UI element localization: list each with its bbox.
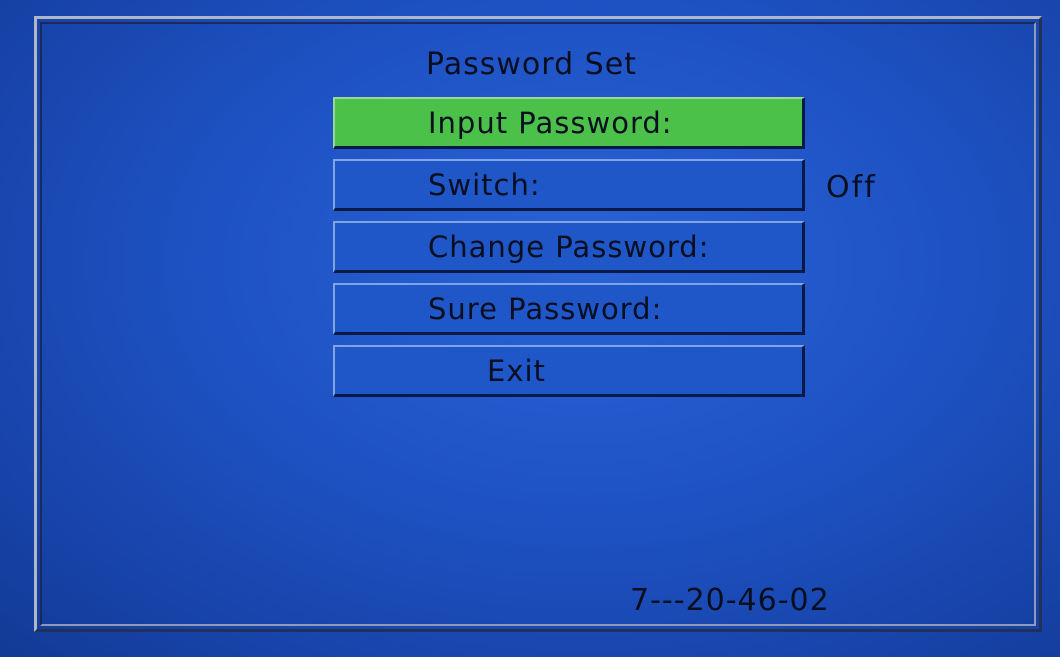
menu-item-sure-password[interactable]: Sure Password: <box>333 283 805 335</box>
menu-item-label: Switch: <box>428 168 541 202</box>
menu-item-switch[interactable]: Switch: <box>333 159 805 211</box>
menu-item-exit[interactable]: Exit <box>333 345 805 397</box>
clock-readout: 7---20-46-02 <box>630 583 830 618</box>
menu-item-label: Exit <box>487 354 546 388</box>
menu-item-change-password[interactable]: Change Password: <box>333 221 805 273</box>
menu-item-label: Sure Password: <box>428 292 663 326</box>
menu-item-input-password[interactable]: Input Password: <box>333 97 805 149</box>
osd-screen: Password Set Input Password: Switch: Off… <box>0 0 1060 657</box>
switch-value: Off <box>826 170 877 205</box>
menu-title: Password Set <box>426 47 637 82</box>
menu-item-label: Input Password: <box>428 106 673 140</box>
menu-item-label: Change Password: <box>428 230 710 264</box>
